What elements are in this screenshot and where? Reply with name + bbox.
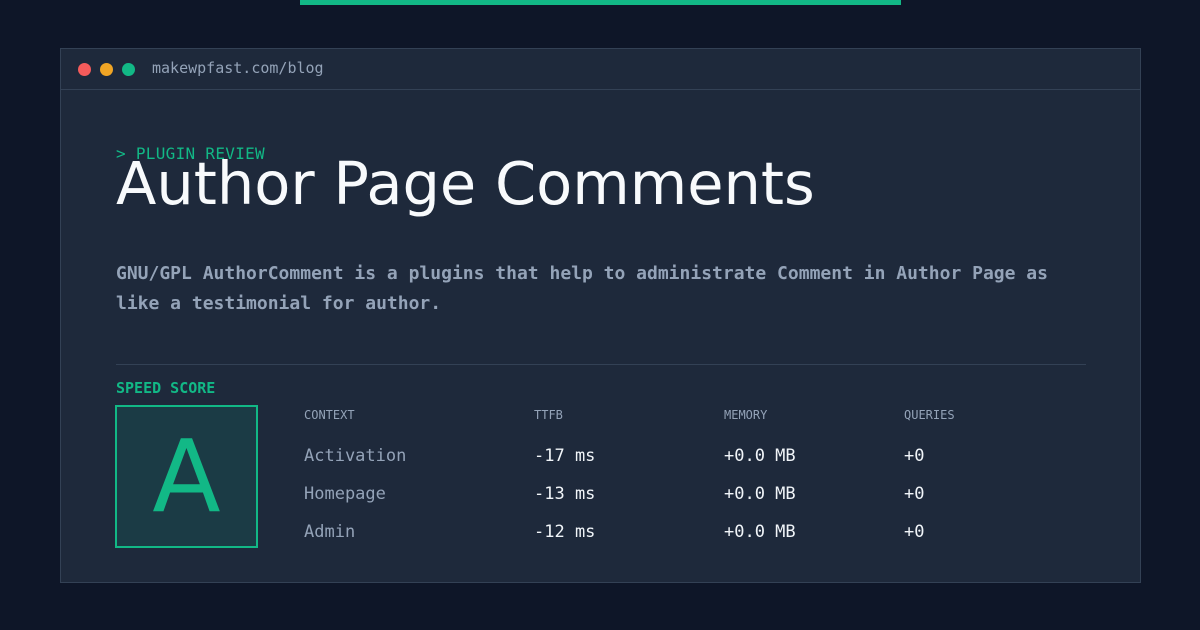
page-title: Author Page Comments <box>116 149 815 218</box>
plugin-description: GNU/GPL AuthorComment is a plugins that … <box>116 263 1048 314</box>
speed-score-label: SPEED SCORE <box>116 379 216 397</box>
section-divider <box>116 364 1086 365</box>
window-titlebar: makewpfast.com/blog <box>61 49 1140 90</box>
top-accent-bar <box>300 0 901 5</box>
row-ttfb-cell: -12 ms <box>534 522 596 542</box>
row-memory-cell: +0.0 MB <box>724 446 796 466</box>
row-context-cell: Homepage <box>304 484 386 504</box>
row-context-cell: Activation <box>304 446 407 466</box>
browser-window: makewpfast.com/blog > PLUGIN REVIEW Auth… <box>60 48 1141 583</box>
row-queries-cell: +0 <box>904 522 925 542</box>
speed-grade-letter: A <box>152 417 221 535</box>
close-dot-icon[interactable] <box>78 63 91 76</box>
row-memory-cell: +0.0 MB <box>724 522 796 542</box>
column-header-ttfb: TTFB <box>534 408 563 422</box>
column-header-context: CONTEXT <box>304 408 355 422</box>
row-memory-cell: +0.0 MB <box>724 484 796 504</box>
row-ttfb-cell: -17 ms <box>534 446 596 466</box>
row-context-cell: Admin <box>304 522 356 542</box>
url-text: makewpfast.com/blog <box>152 59 324 77</box>
maximize-dot-icon[interactable] <box>122 63 135 76</box>
minimize-dot-icon[interactable] <box>100 63 113 76</box>
column-header-memory: MEMORY <box>724 408 768 422</box>
row-queries-cell: +0 <box>904 484 925 504</box>
row-queries-cell: +0 <box>904 446 925 466</box>
row-ttfb-cell: -13 ms <box>534 484 596 504</box>
column-header-queries: QUERIES <box>904 408 955 422</box>
speed-grade-badge: A <box>115 405 258 548</box>
